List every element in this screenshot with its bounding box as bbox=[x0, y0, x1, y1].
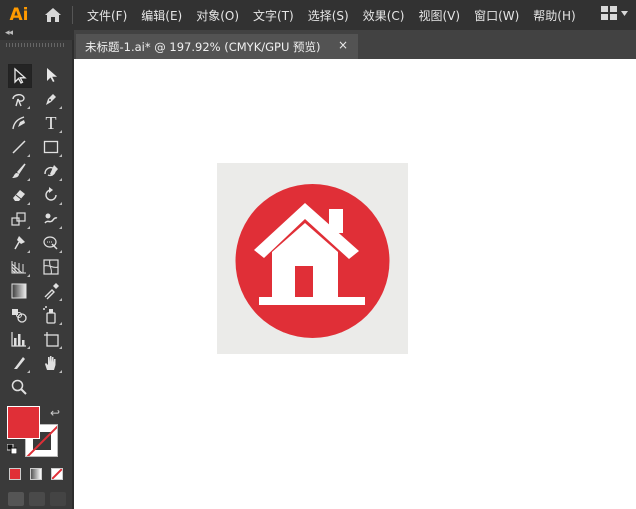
gradient-tool[interactable] bbox=[8, 280, 30, 302]
menu-window[interactable]: 窗口(W) bbox=[474, 7, 519, 24]
perspective-grid-tool[interactable] bbox=[8, 256, 30, 278]
puppet-warp-tool[interactable] bbox=[8, 232, 30, 254]
panel-grip[interactable] bbox=[6, 43, 64, 47]
chevron-down-icon bbox=[621, 10, 628, 16]
rotate-tool[interactable] bbox=[40, 184, 62, 206]
shaper-tool[interactable] bbox=[40, 160, 62, 182]
close-tab-icon[interactable]: × bbox=[338, 38, 348, 52]
selection-arrow-icon bbox=[14, 67, 27, 84]
color-mode-icon[interactable] bbox=[9, 468, 21, 480]
curvature-icon bbox=[12, 116, 25, 130]
document-tab[interactable]: 未标题-1.ai* @ 197.92% (CMYK/GPU 预览) × bbox=[76, 34, 358, 59]
door bbox=[295, 266, 313, 297]
pen-tool[interactable] bbox=[40, 88, 62, 110]
hand-icon bbox=[45, 356, 56, 370]
warp-icon bbox=[44, 213, 58, 224]
tools-panel: T ↩ bbox=[0, 40, 74, 509]
draw-normal-icon[interactable] bbox=[8, 492, 24, 506]
menu-object[interactable]: 对象(O) bbox=[196, 7, 239, 24]
document-tab-label: 未标题-1.ai* @ 197.92% (CMYK/GPU 预览) bbox=[85, 39, 321, 54]
column-graph-icon bbox=[11, 332, 26, 347]
artboard[interactable] bbox=[217, 163, 408, 354]
shaper-icon bbox=[44, 165, 58, 177]
artboard-icon bbox=[44, 332, 59, 347]
column-graph-tool[interactable] bbox=[8, 328, 30, 350]
type-icon: T bbox=[45, 112, 57, 133]
line-icon bbox=[12, 140, 26, 154]
magic-wand-icon bbox=[12, 94, 25, 107]
fill-swatch[interactable] bbox=[7, 406, 40, 439]
warp-tool[interactable] bbox=[40, 208, 62, 230]
puppet-warp-icon bbox=[14, 236, 25, 250]
free-transform-icon bbox=[43, 236, 58, 250]
paintbrush-icon bbox=[12, 163, 26, 178]
menu-bar: Ai 文件(F) 编辑(E) 对象(O) 文字(T) 选择(S) 效果(C) 视… bbox=[0, 0, 636, 30]
slice-icon bbox=[14, 357, 25, 369]
perspective-grid-icon bbox=[11, 261, 26, 274]
zoom-icon bbox=[11, 379, 27, 395]
rectangle-icon bbox=[43, 140, 59, 154]
line-tool[interactable] bbox=[8, 136, 30, 158]
gradient-icon bbox=[11, 283, 27, 299]
document-tab-bar: 未标题-1.ai* @ 197.92% (CMYK/GPU 预览) × bbox=[74, 30, 636, 59]
menu-file[interactable]: 文件(F) bbox=[87, 7, 127, 24]
free-transform-tool[interactable] bbox=[40, 232, 62, 254]
artboard-tool[interactable] bbox=[40, 328, 62, 350]
menu-separator bbox=[72, 6, 73, 24]
canvas-area[interactable] bbox=[74, 59, 636, 509]
eyedropper-icon bbox=[44, 283, 59, 300]
direct-selection-icon bbox=[47, 68, 57, 82]
house-logo[interactable] bbox=[217, 163, 408, 354]
menu-help[interactable]: 帮助(H) bbox=[533, 7, 575, 24]
mesh-tool[interactable] bbox=[40, 256, 62, 278]
menu-edit[interactable]: 编辑(E) bbox=[141, 7, 182, 24]
zoom-tool[interactable] bbox=[8, 376, 30, 398]
rectangle-tool[interactable] bbox=[40, 136, 62, 158]
swap-fill-stroke-icon[interactable]: ↩ bbox=[50, 406, 60, 420]
type-tool[interactable]: T bbox=[40, 112, 62, 134]
pen-icon bbox=[46, 94, 56, 105]
menu-effect[interactable]: 效果(C) bbox=[363, 7, 405, 24]
draw-inside-icon[interactable] bbox=[50, 492, 66, 506]
toolbar-header: ◂◂ bbox=[0, 28, 74, 40]
workspace-icon bbox=[601, 6, 617, 20]
direct-selection-tool[interactable] bbox=[40, 64, 62, 86]
slice-tool[interactable] bbox=[8, 352, 30, 374]
mesh-icon bbox=[43, 259, 59, 275]
blend-icon bbox=[12, 309, 27, 323]
home-icon[interactable] bbox=[42, 4, 64, 26]
paintbrush-tool[interactable] bbox=[8, 160, 30, 182]
magic-wand-tool[interactable] bbox=[8, 88, 30, 110]
selection-tool[interactable] bbox=[8, 64, 32, 88]
eyedropper-tool[interactable] bbox=[40, 280, 62, 302]
scale-icon bbox=[11, 212, 26, 226]
blend-tool[interactable] bbox=[8, 304, 30, 326]
app-logo: Ai bbox=[9, 5, 29, 25]
menu-select[interactable]: 选择(S) bbox=[308, 7, 349, 24]
collapse-panel-icon[interactable]: ◂◂ bbox=[5, 28, 13, 38]
rotate-icon bbox=[45, 187, 57, 201]
menu-type[interactable]: 文字(T) bbox=[253, 7, 294, 24]
none-mode-icon[interactable] bbox=[51, 468, 63, 480]
curvature-tool[interactable] bbox=[8, 112, 30, 134]
gradient-mode-icon[interactable] bbox=[30, 468, 42, 480]
eraser-tool[interactable] bbox=[8, 184, 30, 206]
default-colors-icon[interactable] bbox=[7, 444, 17, 454]
scale-tool[interactable] bbox=[8, 208, 30, 230]
symbol-sprayer-icon bbox=[43, 306, 56, 324]
eraser-icon bbox=[13, 190, 25, 201]
ground-line bbox=[259, 297, 365, 305]
workspace-switcher[interactable] bbox=[601, 6, 628, 20]
hand-tool[interactable] bbox=[40, 352, 62, 374]
draw-behind-icon[interactable] bbox=[29, 492, 45, 506]
symbol-sprayer-tool[interactable] bbox=[40, 304, 62, 326]
menu-view[interactable]: 视图(V) bbox=[418, 7, 460, 24]
